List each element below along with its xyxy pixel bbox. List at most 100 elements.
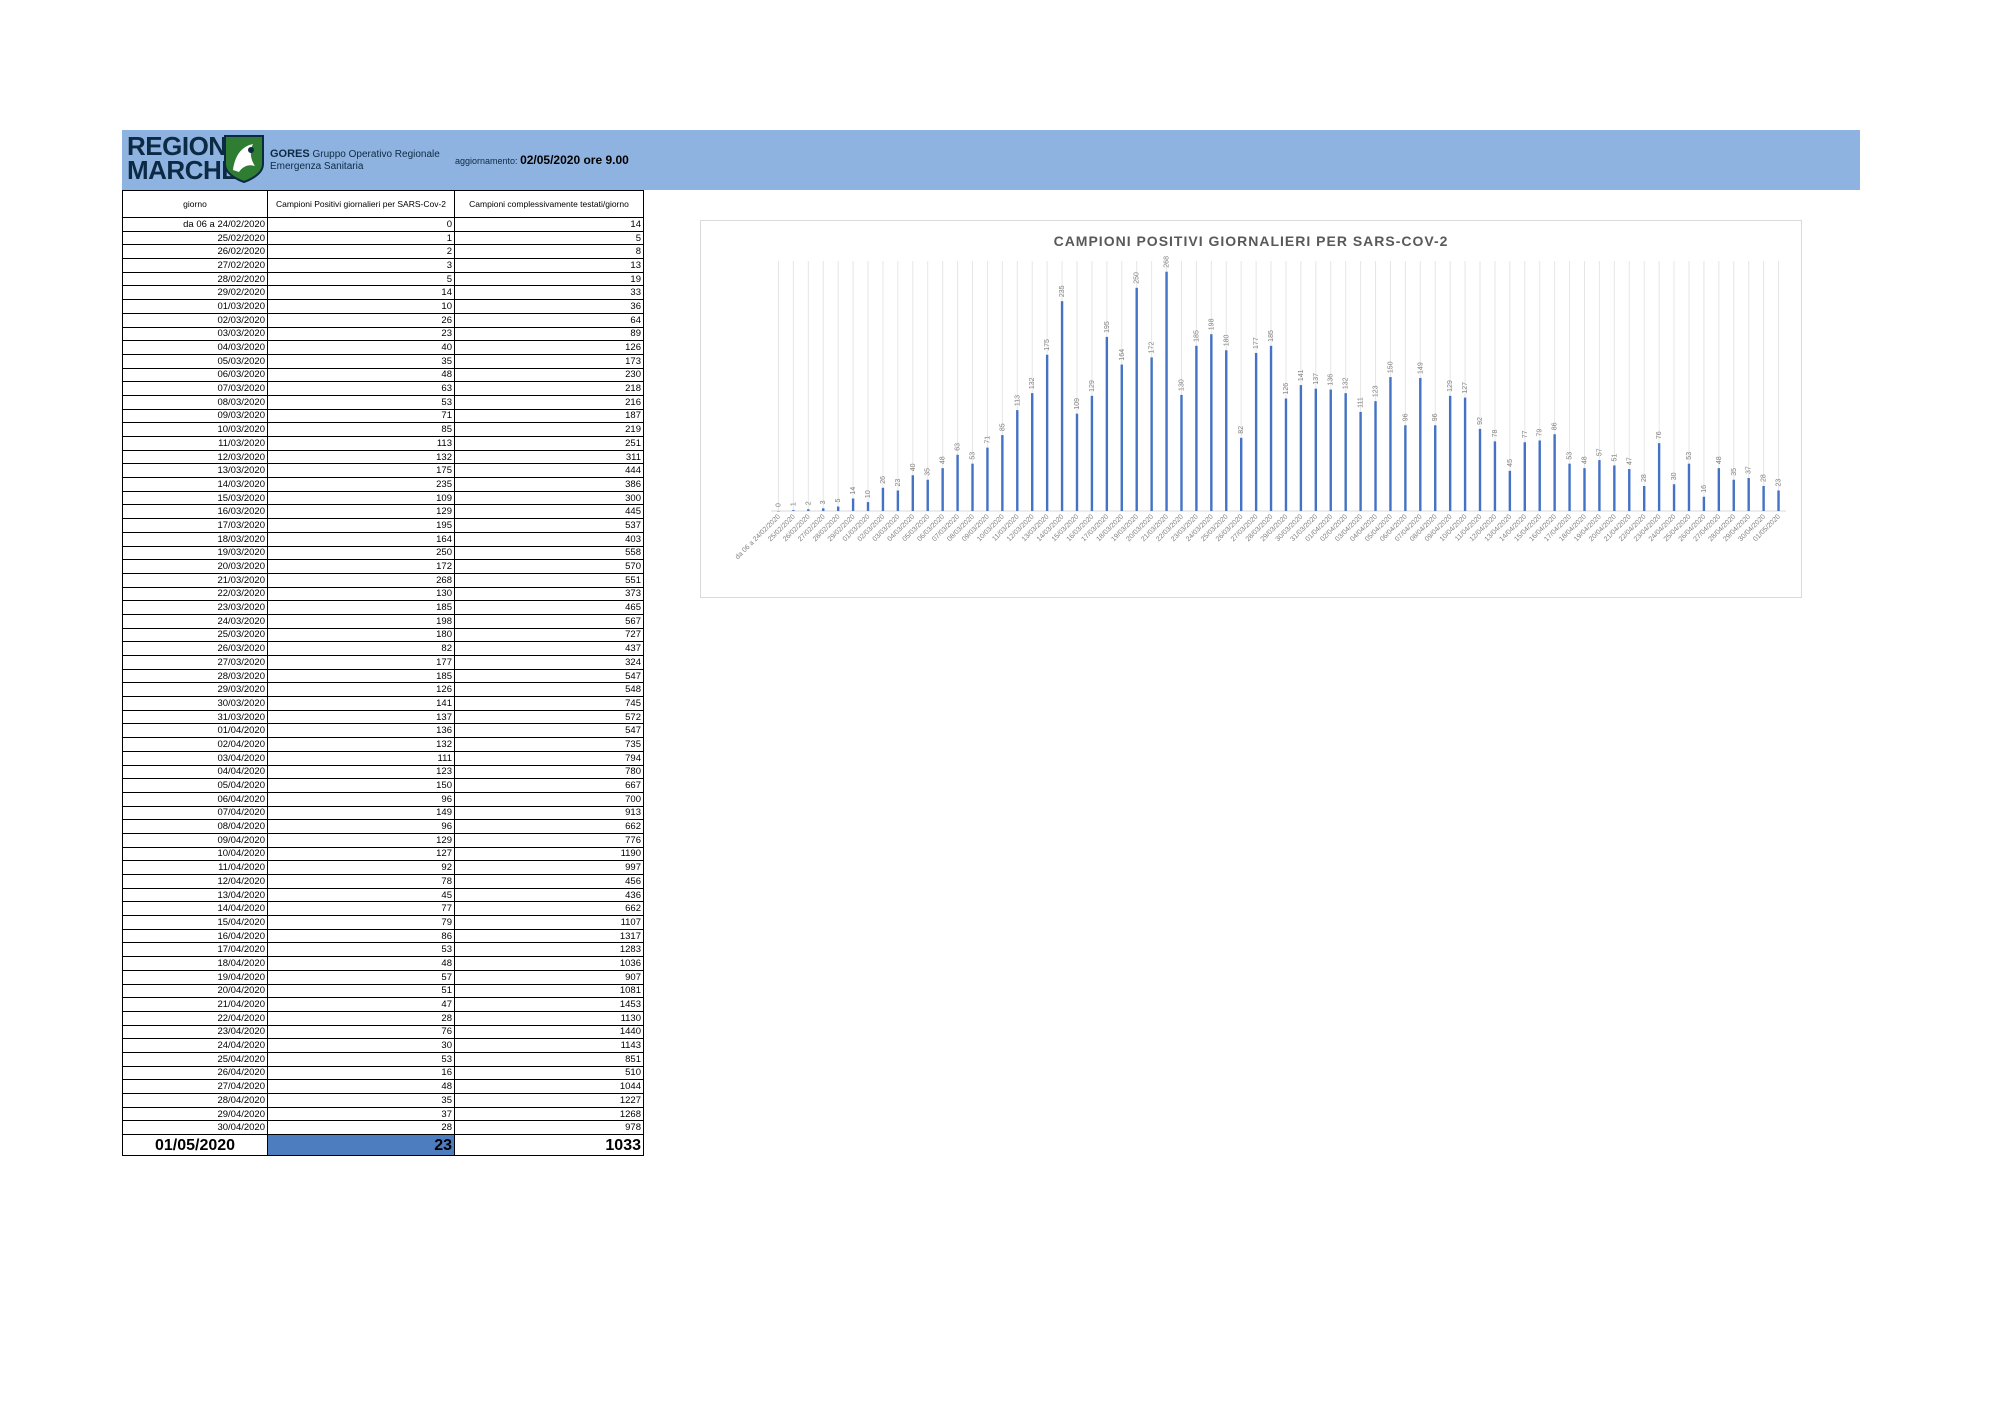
bar	[1419, 377, 1422, 511]
data-label: 132	[1029, 377, 1036, 389]
data-label: 132	[1343, 377, 1350, 389]
cell-giorno: 17/04/2020	[122, 942, 268, 958]
bar	[1389, 377, 1392, 511]
cell-giorno: 24/03/2020	[122, 613, 268, 629]
table-row: 21/04/2020 47 1453	[122, 997, 644, 1012]
cell-positivi: 195	[267, 518, 455, 533]
total-testati: 1033	[454, 1134, 644, 1157]
cell-giorno: 20/04/2020	[122, 983, 268, 999]
cell-positivi: 137	[267, 709, 455, 725]
cell-testati: 558	[454, 545, 644, 561]
bar	[1732, 479, 1735, 511]
data-label: 71	[984, 436, 991, 444]
cell-giorno: 02/03/2020	[122, 312, 268, 328]
grid-lines	[771, 261, 1786, 512]
data-label: 235	[1059, 285, 1066, 297]
cell-positivi: 79	[267, 915, 455, 930]
cell-giorno: 09/03/2020	[122, 408, 268, 424]
chart-container: CAMPIONI POSITIVI GIORNALIERI PER SARS-C…	[700, 220, 1802, 598]
bar	[1598, 460, 1601, 511]
bar	[1239, 437, 1243, 511]
cell-positivi: 250	[267, 545, 455, 561]
cell-positivi: 130	[267, 586, 455, 602]
cell-giorno: 26/03/2020	[122, 641, 268, 656]
cell-positivi: 28	[267, 1010, 455, 1026]
cell-testati: 64	[454, 312, 644, 328]
data-label: 85	[999, 423, 1006, 431]
bar	[1180, 394, 1183, 511]
cell-testati: 386	[454, 477, 644, 492]
cell-testati: 311	[454, 449, 644, 465]
bar	[1657, 443, 1661, 511]
cell-positivi: 1	[267, 230, 455, 246]
cell-positivi: 127	[267, 846, 455, 862]
data-label: 185	[1268, 330, 1275, 342]
cell-giorno: 01/03/2020	[122, 299, 268, 314]
cell-giorno: 07/03/2020	[122, 381, 268, 396]
cell-testati: 1268	[454, 1106, 644, 1122]
cell-positivi: 177	[267, 655, 455, 670]
bar	[1717, 468, 1721, 511]
data-label: 23	[1776, 479, 1783, 487]
bar	[1210, 334, 1213, 511]
cell-testati: 745	[454, 696, 644, 711]
cell-positivi: 113	[267, 436, 455, 451]
table-row: 09/03/2020 71 187	[122, 408, 644, 424]
cell-positivi: 3	[267, 258, 455, 273]
cell-testati: 1283	[454, 942, 644, 958]
cell-testati: 776	[454, 832, 644, 848]
table-row: 18/03/2020 164 403	[122, 531, 644, 547]
cell-giorno: 29/04/2020	[122, 1106, 268, 1122]
cell-giorno: 27/04/2020	[122, 1079, 268, 1094]
bar	[1583, 468, 1586, 511]
table-row: 26/04/2020 16 510	[122, 1065, 644, 1081]
cell-giorno: 06/03/2020	[122, 367, 268, 383]
cell-testati: 700	[454, 791, 644, 807]
data-table: giorno Campioni Positivi giornalieri per…	[122, 190, 644, 1157]
cell-positivi: 85	[267, 422, 455, 437]
table-row: 09/04/2020 129 776	[122, 832, 644, 848]
cell-giorno: 04/03/2020	[122, 340, 268, 355]
table-row: 08/04/2020 96 662	[122, 819, 644, 834]
table-row: 10/03/2020 85 219	[122, 422, 644, 437]
cell-positivi: 40	[267, 340, 455, 355]
cell-testati: 33	[454, 285, 644, 301]
cell-positivi: 23	[267, 326, 455, 342]
cell-positivi: 129	[267, 832, 455, 848]
cell-testati: 465	[454, 600, 644, 615]
cell-giorno: 16/03/2020	[122, 504, 268, 520]
cell-testati: 997	[454, 860, 644, 875]
cell-testati: 551	[454, 572, 644, 588]
cell-positivi: 78	[267, 874, 455, 889]
cell-testati: 373	[454, 586, 644, 602]
cell-positivi: 150	[267, 778, 455, 793]
cell-testati: 324	[454, 655, 644, 670]
table-row: 24/03/2020 198 567	[122, 613, 644, 629]
data-label: 30	[1671, 472, 1678, 480]
cell-giorno: 15/04/2020	[122, 915, 268, 930]
table-row: 16/04/2020 86 1317	[122, 928, 644, 944]
table-row: 07/03/2020 63 218	[122, 381, 644, 396]
cell-positivi: 53	[267, 1051, 455, 1067]
table-row: 23/03/2020 185 465	[122, 600, 644, 615]
cell-giorno: 25/03/2020	[122, 627, 268, 643]
cell-testati: 300	[454, 490, 644, 506]
regione-marche-emblem-icon	[224, 135, 264, 184]
cell-testati: 1440	[454, 1024, 644, 1040]
bar	[1329, 389, 1332, 511]
data-label: 127	[1462, 382, 1469, 394]
cell-positivi: 47	[267, 997, 455, 1012]
cell-testati: 437	[454, 641, 644, 656]
data-label: 37	[1746, 466, 1753, 474]
cell-giorno: 22/04/2020	[122, 1010, 268, 1026]
table-row: 29/04/2020 37 1268	[122, 1106, 644, 1122]
cell-giorno: 18/03/2020	[122, 531, 268, 547]
cell-giorno: 20/03/2020	[122, 559, 268, 574]
bar	[971, 463, 974, 511]
cell-giorno: 24/04/2020	[122, 1038, 268, 1053]
cell-giorno: 28/04/2020	[122, 1093, 268, 1108]
cell-positivi: 149	[267, 805, 455, 821]
cell-testati: 456	[454, 874, 644, 889]
data-label: 177	[1253, 337, 1260, 349]
data-label: 40	[910, 463, 917, 471]
